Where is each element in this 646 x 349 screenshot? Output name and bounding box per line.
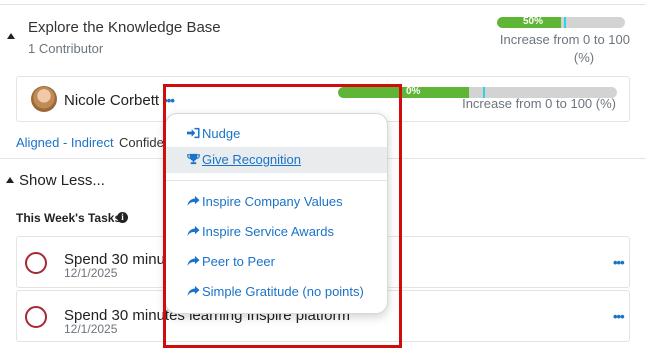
- menu-item-label: Inspire Service Awards: [202, 224, 334, 239]
- show-less-toggle[interactable]: Show Less...: [19, 172, 105, 189]
- goal-title: Explore the Knowledge Base: [28, 19, 221, 36]
- share-arrow-icon: [187, 255, 200, 267]
- menu-item-label: Inspire Company Values: [202, 194, 343, 209]
- menu-item-peer-to-peer[interactable]: Peer to Peer: [166, 249, 387, 275]
- goal-increase-line2: (%): [573, 50, 595, 65]
- task-date: 12/1/2025: [64, 266, 118, 280]
- contributor-increase-text: Increase from 0 to 100 (%): [462, 96, 616, 111]
- goal-progress-bar: 50%: [497, 17, 625, 28]
- task-date: 12/1/2025: [64, 322, 118, 336]
- menu-item-label: Give Recognition: [202, 152, 301, 167]
- contributor-name: Nicole Corbett •••: [64, 92, 175, 109]
- contributor-actions-menu: Nudge Give Recognition Inspire Company V…: [165, 113, 388, 314]
- menu-item-inspire-company-values[interactable]: Inspire Company Values: [166, 189, 387, 215]
- goal-contributor-count: 1 Contributor: [28, 41, 104, 56]
- menu-item-inspire-service-awards[interactable]: Inspire Service Awards: [166, 219, 387, 245]
- show-less-caret-icon[interactable]: [6, 177, 14, 183]
- info-icon[interactable]: i: [117, 212, 128, 223]
- goal-progress-label: 50%: [523, 17, 544, 27]
- task-status-circle-icon[interactable]: [25, 306, 47, 328]
- task-menu-ellipsis-icon[interactable]: •••: [613, 255, 625, 270]
- share-arrow-icon: [187, 285, 200, 297]
- share-arrow-icon: [187, 195, 200, 207]
- sign-in-icon: [187, 127, 200, 139]
- menu-item-simple-gratitude[interactable]: Simple Gratitude (no points): [166, 279, 387, 305]
- avatar: [31, 86, 57, 112]
- contributor-progress-label: 0%: [406, 87, 421, 97]
- menu-item-label: Nudge: [202, 126, 241, 141]
- menu-item-give-recognition[interactable]: Give Recognition: [166, 147, 387, 173]
- menu-item-label: Peer to Peer: [202, 254, 275, 269]
- aligned-indirect-link[interactable]: Aligned - Indirect: [16, 135, 114, 150]
- task-menu-ellipsis-icon[interactable]: •••: [613, 309, 625, 324]
- menu-item-label: Simple Gratitude (no points): [202, 284, 364, 299]
- confidence-label: Confide: [119, 135, 164, 150]
- task-status-circle-icon[interactable]: [25, 252, 47, 274]
- menu-item-nudge[interactable]: Nudge: [166, 121, 387, 147]
- collapse-caret-icon[interactable]: [7, 33, 15, 39]
- contributor-name-text: Nicole Corbett: [64, 92, 160, 109]
- trophy-icon: [187, 153, 200, 165]
- ellipsis-icon[interactable]: •••: [163, 93, 175, 108]
- goal-progress-marker: [563, 17, 566, 28]
- goal-increase-line1: Increase from 0 to 100: [499, 32, 630, 47]
- share-arrow-icon: [187, 225, 200, 237]
- menu-divider: [166, 180, 387, 181]
- tasks-heading: This Week's Tasks: [16, 211, 122, 225]
- top-divider: [0, 4, 646, 5]
- goal-increase-text: Increase from 0 to 100 (%): [480, 31, 630, 67]
